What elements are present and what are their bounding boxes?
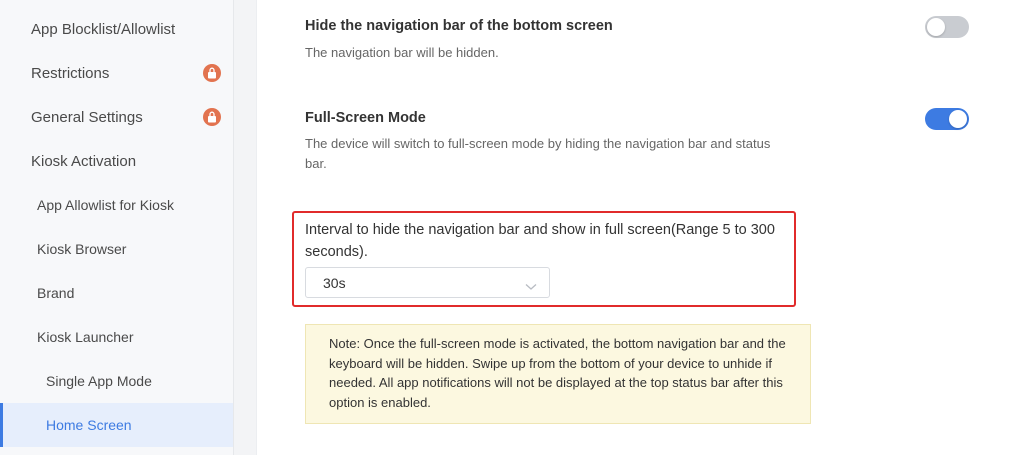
sidebar-item-kiosk-activation[interactable]: Kiosk Activation — [0, 139, 233, 183]
sidebar-item-kiosk-launcher[interactable]: Kiosk Launcher — [0, 315, 233, 359]
sidebar-item-single-app-mode[interactable]: Single App Mode — [0, 359, 233, 403]
full-screen-mode-description: The device will switch to full-screen mo… — [305, 136, 771, 171]
sidebar-item-label: Kiosk Browser — [37, 241, 127, 257]
sidebar-item-label: App Blocklist/Allowlist — [31, 20, 176, 38]
lock-icon — [203, 108, 221, 126]
sidebar-item-home-screen[interactable]: Home Screen — [0, 403, 233, 447]
full-screen-mode-title: Full-Screen Mode — [305, 110, 426, 126]
sidebar-item-brand[interactable]: Brand — [0, 271, 233, 315]
settings-panel: Hide the navigation bar of the bottom sc… — [258, 0, 1025, 455]
interval-label: Interval to hide the navigation bar and … — [305, 222, 775, 260]
toggle-knob — [927, 18, 945, 36]
sidebar-item-label: App Allowlist for Kiosk — [37, 197, 174, 213]
sidebar-item-label: General Settings — [31, 108, 143, 126]
sidebar-divider — [234, 0, 257, 455]
sidebar-item-label: Home Screen — [46, 417, 132, 433]
sidebar-item-label: Restrictions — [31, 64, 110, 82]
full-screen-note: Note: Once the full-screen mode is activ… — [305, 324, 811, 424]
sidebar-item-label: Single App Mode — [46, 373, 152, 389]
hide-nav-bar-description: The navigation bar will be hidden. — [305, 45, 499, 60]
lock-icon — [203, 64, 221, 82]
app-window: App Blocklist/Allowlist Restrictions Gen… — [0, 0, 1025, 455]
sidebar-item-restrictions[interactable]: Restrictions — [0, 51, 233, 95]
hide-nav-bar-title: Hide the navigation bar of the bottom sc… — [305, 18, 613, 34]
full-screen-mode-toggle[interactable] — [925, 108, 969, 130]
sidebar-item-label: Kiosk Activation — [31, 152, 137, 170]
sidebar-item-app-allowlist-for-kiosk[interactable]: App Allowlist for Kiosk — [0, 183, 233, 227]
sidebar-item-label: Brand — [37, 285, 75, 301]
sidebar-item-app-blocklist-allowlist[interactable]: App Blocklist/Allowlist — [0, 7, 233, 51]
sidebar-item-general-settings[interactable]: General Settings — [0, 95, 233, 139]
interval-selected-value: 30s — [323, 274, 346, 291]
chevron-down-icon — [525, 278, 537, 294]
sidebar-item-kiosk-browser[interactable]: Kiosk Browser — [0, 227, 233, 271]
note-text: Note: Once the full-screen mode is activ… — [329, 336, 786, 410]
sidebar-item-label: Kiosk Launcher — [37, 329, 134, 345]
interval-select[interactable]: 30s — [305, 267, 550, 298]
toggle-knob — [949, 110, 967, 128]
hide-nav-bar-toggle[interactable] — [925, 16, 969, 38]
sidebar: App Blocklist/Allowlist Restrictions Gen… — [0, 0, 234, 455]
